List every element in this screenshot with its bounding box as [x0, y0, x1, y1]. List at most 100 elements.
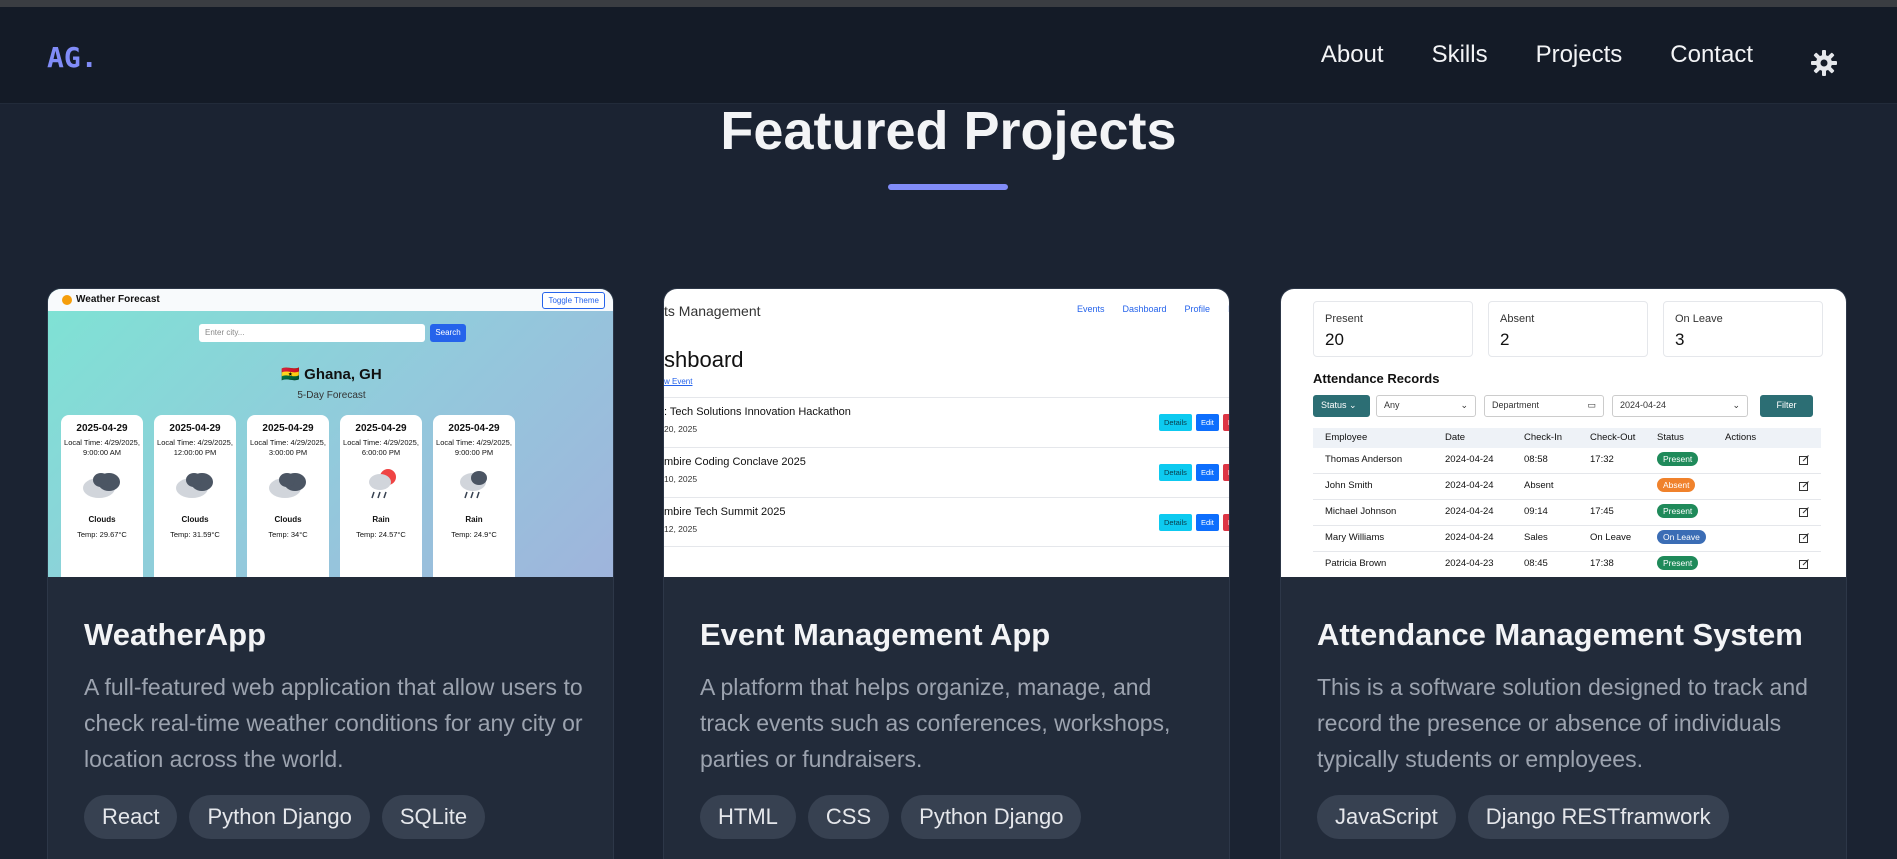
column-header: Actions: [1725, 432, 1757, 443]
screenshot-nav-item: Profile: [1184, 304, 1211, 314]
cell-check-in: 08:58: [1524, 454, 1548, 465]
project-card-body: Event Management App A platform that hel…: [700, 617, 1200, 839]
event-name: mbire Tech Summit 2025: [664, 506, 786, 518]
screenshot-location: 🇬🇭 Ghana, GH: [281, 366, 382, 383]
project-screenshot: Present 20 Absent 2 On Leave 3 Attendanc…: [1281, 289, 1846, 577]
event-date: 12, 2025: [664, 524, 698, 534]
nav-contact[interactable]: Contact: [1670, 41, 1753, 69]
forecast-day: 2025-04-29 Local Time: 4/29/2025, 9:00:0…: [433, 415, 515, 577]
gear-icon: [1811, 50, 1837, 76]
screenshot-app-bar: Weather Forecast Toggle Theme: [48, 289, 613, 311]
section-title: Featured Projects: [720, 101, 1177, 161]
project-title: WeatherApp: [84, 617, 267, 652]
cell-date: 2024-04-23: [1445, 558, 1494, 569]
screenshot-new-event-link: w Event: [664, 377, 693, 386]
status-badge: Absent: [1657, 478, 1696, 492]
stat-label: Absent: [1500, 313, 1535, 325]
screenshot-brand: ts Management: [664, 303, 761, 319]
any-select: Any ⌄: [1376, 395, 1476, 417]
details-button: Details: [1159, 464, 1192, 481]
forecast-local-time: Local Time: 4/29/2025, 12:00:00 PM: [157, 438, 233, 457]
forecast-temp: Temp: 29.67°C: [77, 530, 127, 539]
sun-icon: [62, 295, 72, 305]
title-underline: [888, 184, 1008, 190]
cell-check-out: 17:38: [1590, 558, 1614, 569]
stat-value: 2: [1500, 330, 1510, 349]
nav-skills[interactable]: Skills: [1432, 41, 1488, 69]
logo[interactable]: AG.: [47, 41, 98, 74]
screenshot-search-input: Enter city...: [199, 324, 425, 342]
screenshot-event-row: mbire Tech Summit 2025 12, 2025 Details …: [664, 497, 1229, 547]
cell-date: 2024-04-24: [1445, 506, 1494, 517]
calendar-icon: ▭: [1587, 400, 1596, 410]
cell-employee: Michael Johnson: [1325, 506, 1397, 517]
cell-check-out: 17:45: [1590, 506, 1614, 517]
project-card-attendance[interactable]: Present 20 Absent 2 On Leave 3 Attendanc…: [1280, 288, 1847, 859]
screenshot-nav-item: Events: [1077, 304, 1105, 314]
screenshot-subtitle: 5-Day Forecast: [297, 390, 366, 401]
attendance-table: Employee Date Check-In Check-Out Status …: [1313, 428, 1821, 577]
forecast-day: 2025-04-29 Local Time: 4/29/2025, 9:00:0…: [61, 415, 143, 577]
forecast-date: 2025-04-29: [169, 423, 221, 434]
nav-about[interactable]: About: [1321, 41, 1384, 69]
cell-date: 2024-04-24: [1445, 454, 1494, 465]
rain-sun-icon: [369, 469, 396, 499]
forecast-day: 2025-04-29 Local Time: 4/29/2025, 6:00:0…: [340, 415, 422, 577]
clouds-icon: [83, 473, 120, 498]
filter-button: Filter: [1760, 395, 1813, 417]
status-filter-label: Status: [1321, 400, 1347, 410]
screenshot-heading: shboard: [664, 347, 744, 372]
forecast-condition: Rain: [372, 515, 390, 524]
project-description: This is a software solution designed to …: [1317, 674, 1808, 772]
theme-toggle-button[interactable]: [1810, 49, 1838, 77]
screenshot-nav-item: Lo: [1228, 304, 1229, 314]
cell-employee: John Smith: [1325, 480, 1373, 491]
screenshot-nav-item: Dashboard: [1122, 304, 1167, 314]
clouds-icon: [269, 473, 306, 498]
cell-check-out: On Leave: [1590, 532, 1632, 543]
forecast-date: 2025-04-29: [355, 423, 407, 434]
delete-button: D: [1222, 514, 1229, 531]
forecast-condition: Clouds: [88, 515, 116, 524]
event-actions: Details Edit D: [1159, 514, 1229, 531]
forecast-condition: Clouds: [274, 515, 302, 524]
records-title: Attendance Records: [1313, 371, 1440, 386]
column-header: Date: [1445, 432, 1466, 443]
details-button: Details: [1159, 414, 1192, 431]
cell-date: 2024-04-24: [1445, 532, 1494, 543]
tech-tag: SQLite: [381, 795, 486, 839]
details-button: Details: [1159, 514, 1192, 531]
clouds-icon: [176, 473, 213, 498]
nav-projects[interactable]: Projects: [1536, 41, 1623, 69]
tech-tag: Django RESTframwork: [1467, 795, 1729, 839]
project-screenshot: Weather Forecast Toggle Theme Enter city…: [48, 289, 613, 577]
forecast-temp: Temp: 34°C: [268, 530, 308, 539]
project-screenshot: ts Management Events Dashboard Profile L…: [664, 289, 1229, 577]
tech-tag: Python Django: [189, 795, 370, 839]
department-select: Department ▭: [1484, 395, 1604, 417]
project-card-event-management[interactable]: ts Management Events Dashboard Profile L…: [663, 288, 1230, 859]
tech-tag: HTML: [700, 795, 796, 839]
project-card-weatherapp[interactable]: Weather Forecast Toggle Theme Enter city…: [47, 288, 614, 859]
edit-icon: [1799, 533, 1809, 543]
event-date: 20, 2025: [664, 424, 698, 434]
column-header: Employee: [1325, 432, 1368, 443]
date-select: 2024-04-24 ⌄: [1612, 395, 1748, 417]
edit-icon: [1799, 455, 1809, 465]
event-name: : Tech Solutions Innovation Hackathon: [664, 406, 851, 418]
project-tags: React Python Django SQLite: [84, 795, 584, 839]
cell-check-out: 17:32: [1590, 454, 1614, 465]
cell-check-in: Absent: [1524, 480, 1554, 491]
event-actions: Details Edit D: [1159, 464, 1229, 481]
project-card-body: WeatherApp A full-featured web applicati…: [84, 617, 584, 839]
table-row: Michael Johnson 2024-04-24 09:14 17:45 P…: [1313, 500, 1821, 526]
cell-employee: Mary Williams: [1325, 532, 1385, 543]
cell-check-in: 08:45: [1524, 558, 1548, 569]
project-description: A full-featured web application that all…: [84, 674, 583, 772]
window-top-strip: [0, 0, 1897, 7]
screenshot-event-row: : Tech Solutions Innovation Hackathon 20…: [664, 397, 1229, 447]
event-name: mbire Coding Conclave 2025: [664, 456, 806, 468]
screenshot-nav: Events Dashboard Profile Lo: [1077, 304, 1229, 314]
tech-tag: React: [84, 795, 178, 839]
screenshot-event-row: mbire Coding Conclave 2025 10, 2025 Deta…: [664, 447, 1229, 497]
